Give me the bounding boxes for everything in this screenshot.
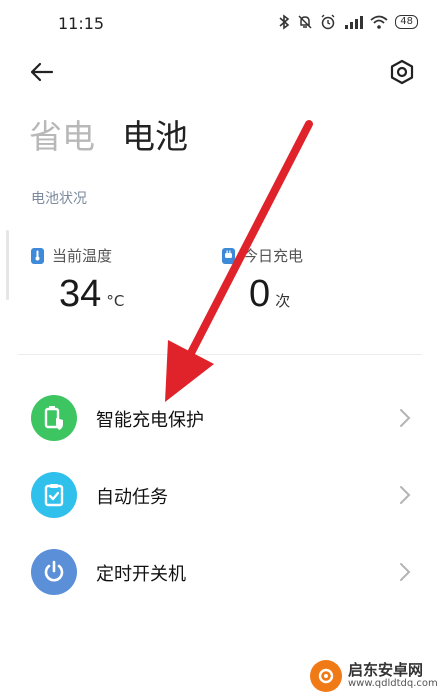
menu-item-label: 自动任务 — [96, 487, 168, 508]
menu-item-label: 定时开关机 — [96, 564, 186, 585]
status-icons: 48 — [278, 14, 418, 30]
back-arrow-icon[interactable] — [28, 58, 56, 86]
battery-status-label: 电池状况 — [31, 191, 87, 207]
chevron-right-icon — [400, 563, 411, 581]
charges-label: 今日充电 — [243, 247, 304, 265]
tab-power-saving[interactable]: 省电 — [29, 110, 95, 158]
chevron-right-icon — [400, 409, 411, 427]
battery-shield-icon — [31, 395, 77, 441]
bell-muted-icon — [298, 15, 312, 29]
charges-label-row: 今日充电 — [222, 245, 303, 266]
chevron-right-icon — [400, 486, 411, 504]
temperature-unit: °C — [106, 292, 125, 310]
menu-item-label: 智能充电保护 — [96, 410, 204, 431]
bluetooth-icon — [279, 14, 290, 30]
charges-unit: 次 — [275, 292, 291, 310]
scroll-indicator — [6, 230, 9, 300]
power-icon — [31, 549, 77, 595]
temperature-readout: 34 °C — [59, 273, 124, 316]
thermometer-icon — [31, 247, 44, 264]
charging-plug-icon — [222, 247, 235, 264]
status-time: 11:15 — [58, 14, 105, 33]
temperature-value: 34 — [59, 273, 102, 315]
wifi-icon — [370, 15, 388, 29]
charges-readout: 0 次 — [249, 273, 290, 316]
battery-indicator: 48 — [395, 15, 418, 29]
watermark-logo-icon — [310, 660, 342, 692]
watermark-title: 启东安卓网 — [348, 661, 424, 679]
clipboard-check-icon — [31, 472, 77, 518]
temperature-label: 当前温度 — [52, 247, 113, 265]
charges-value: 0 — [249, 273, 271, 315]
menu-item-smart-charging[interactable]: 智能充电保护 — [0, 385, 440, 455]
menu-item-scheduled-power[interactable]: 定时开关机 — [0, 539, 440, 609]
alarm-icon — [321, 14, 335, 30]
menu-item-auto-tasks[interactable]: 自动任务 — [0, 462, 440, 532]
divider — [18, 354, 422, 355]
tab-battery[interactable]: 电池 — [122, 110, 188, 158]
temperature-label-row: 当前温度 — [31, 245, 112, 266]
watermark: 启东安卓网 www.qdldtdq.com — [310, 660, 438, 692]
settings-hexagon-icon[interactable] — [388, 58, 416, 86]
signal-hd-icon — [345, 16, 364, 29]
watermark-url: www.qdldtdq.com — [348, 678, 438, 689]
